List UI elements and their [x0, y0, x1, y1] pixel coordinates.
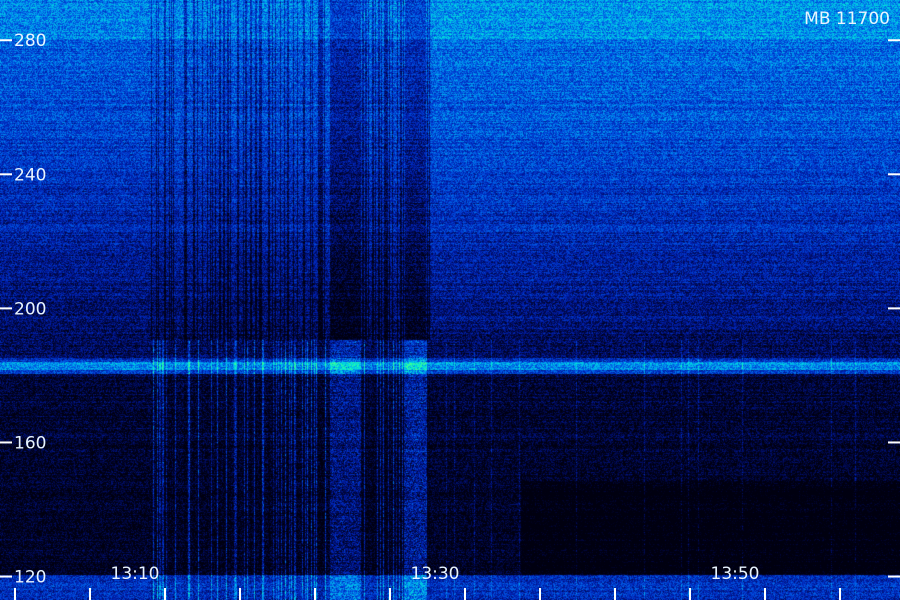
chart-title: MB 11700 — [804, 9, 890, 29]
y-tick-label: 120 — [14, 568, 46, 588]
y-tick-label: 200 — [14, 299, 46, 319]
y-axis: 280 240 200 160 120 — [0, 31, 900, 588]
spectrogram: MB 11700 280 240 200 160 120 13:10 13:30 13:50 — [0, 0, 900, 600]
x-axis: 13:10 13:30 13:50 — [14, 564, 841, 600]
chart-overlay: MB 11700 280 240 200 160 120 13:10 13:30 13:50 — [0, 9, 900, 600]
x-tick-label: 13:50 — [711, 564, 760, 584]
x-tick-label: 13:30 — [411, 564, 460, 584]
x-tick-label: 13:10 — [111, 564, 160, 584]
y-tick-label: 280 — [14, 31, 46, 51]
y-tick-label: 240 — [14, 165, 46, 185]
y-tick-label: 160 — [14, 433, 46, 453]
